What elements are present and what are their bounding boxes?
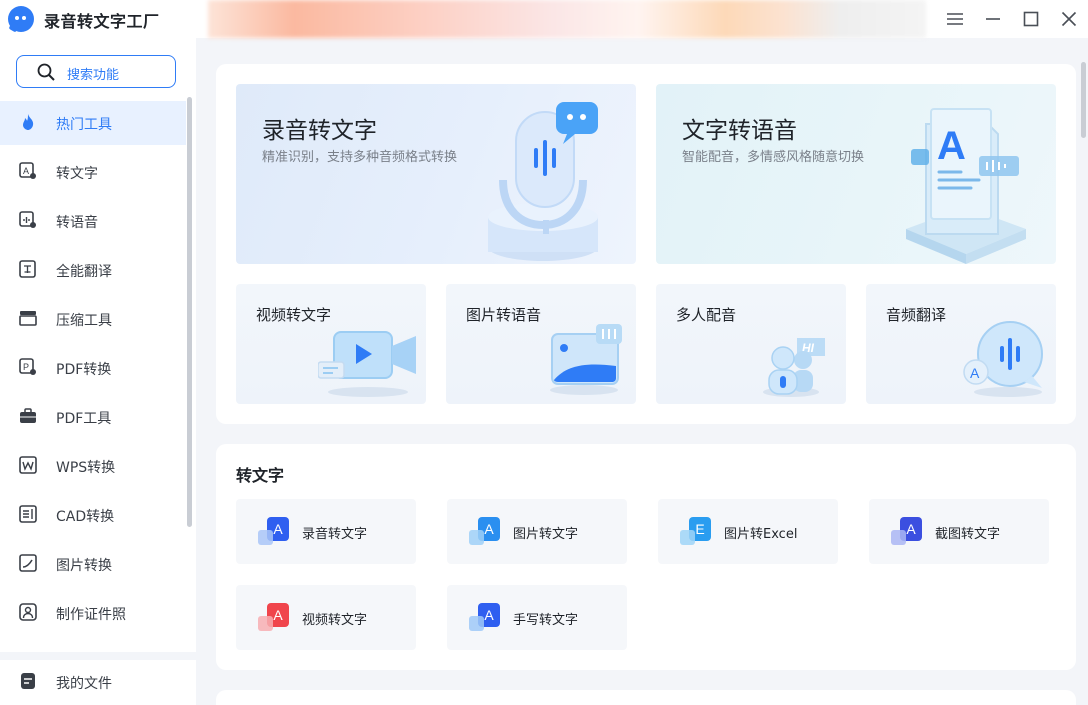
feature-title: 文字转语音 <box>682 118 797 144</box>
tool-label: 视频转文字 <box>302 613 368 628</box>
sidebar-item-id-photo[interactable]: 制作证件照 <box>0 591 186 635</box>
sidebar-item-label: 压缩工具 <box>56 313 112 329</box>
feature-title: 录音转文字 <box>262 118 377 144</box>
hot-tools-panel: 录音转文字 精准识别，支持多种音频格式转换 文字转语音 智能配音，多情感风格随意… <box>216 64 1076 424</box>
section-title: 转文字 <box>236 466 285 485</box>
translate-icon <box>19 260 36 278</box>
app-logo-icon <box>8 6 34 33</box>
feature-subtitle: 精准识别，支持多种音频格式转换 <box>262 150 458 165</box>
app-title: 录音转文字工厂 <box>44 12 160 31</box>
svg-text:P: P <box>23 362 29 372</box>
feature-title: 视频转文字 <box>256 306 332 324</box>
sidebar-item-label: 图片转换 <box>56 558 112 574</box>
sidebar-item-pdf-convert[interactable]: P PDF转换 <box>0 346 186 390</box>
feature-title: 多人配音 <box>676 306 737 324</box>
sidebar-item-pdf-tools[interactable]: PDF工具 <box>0 395 186 439</box>
sidebar-item-compress[interactable]: 压缩工具 <box>0 297 186 341</box>
sidebar-divider <box>0 652 196 660</box>
handwriting-to-text-icon: A <box>469 603 501 635</box>
compress-icon <box>19 311 37 326</box>
to-speech-icon <box>19 211 36 228</box>
title-bar: 录音转文字工厂 <box>0 0 1088 38</box>
menu-icon[interactable] <box>942 6 968 32</box>
tool-screenshot-to-text[interactable]: A 截图转文字 <box>869 499 1049 564</box>
banner-ad[interactable] <box>208 0 926 38</box>
sidebar-item-label: 转语音 <box>56 215 98 231</box>
feature-image-to-speech[interactable]: 图片转语音 <box>446 284 636 404</box>
feature-audio-translate[interactable]: 音频翻译 A <box>866 284 1056 404</box>
svg-text:A: A <box>937 124 966 168</box>
feature-video-to-text[interactable]: 视频转文字 <box>236 284 426 404</box>
microphone-icon <box>488 102 598 261</box>
maximize-icon[interactable] <box>1018 6 1044 32</box>
image-to-excel-icon: E <box>680 517 712 549</box>
tool-video-to-text[interactable]: A 视频转文字 <box>236 585 416 650</box>
tool-label: 图片转Excel <box>724 527 798 542</box>
sidebar: 搜索功能 热门工具 A 转文字 转语音 全能翻译 压缩工具 P PDF转换 PD… <box>0 38 196 705</box>
feature-title: 音频翻译 <box>886 306 947 324</box>
tool-handwriting-to-text[interactable]: A 手写转文字 <box>447 585 627 650</box>
document-a-icon: A <box>906 108 1026 264</box>
video-camera-icon <box>318 331 416 397</box>
id-photo-icon <box>19 603 37 621</box>
svg-text:A: A <box>23 166 29 176</box>
tool-image-to-excel[interactable]: E 图片转Excel <box>658 499 838 564</box>
image-convert-icon <box>19 554 37 572</box>
sidebar-item-label: 转文字 <box>56 166 98 182</box>
sidebar-item-label: CAD转换 <box>56 509 115 525</box>
sidebar-item-to-speech[interactable]: 转语音 <box>0 199 186 243</box>
file-icon <box>21 673 35 689</box>
tool-label: 录音转文字 <box>302 527 368 542</box>
minimize-icon[interactable] <box>980 6 1006 32</box>
sidebar-item-label: 我的文件 <box>56 676 112 692</box>
sidebar-item-to-text[interactable]: A 转文字 <box>0 150 186 194</box>
feature-text-to-speech[interactable]: 文字转语音 智能配音，多情感风格随意切换 A <box>656 84 1056 264</box>
feature-audio-to-text[interactable]: 录音转文字 精准识别，支持多种音频格式转换 <box>236 84 636 264</box>
next-section-panel <box>216 690 1076 705</box>
sidebar-item-image-convert[interactable]: 图片转换 <box>0 542 186 586</box>
sidebar-item-label: 制作证件照 <box>56 607 126 623</box>
svg-text:A: A <box>970 365 980 381</box>
flame-icon <box>23 114 34 130</box>
sidebar-scrollbar[interactable] <box>187 97 192 527</box>
sidebar-item-cad[interactable]: CAD转换 <box>0 493 186 537</box>
to-text-icon: A <box>19 162 36 179</box>
image-to-text-icon: A <box>469 517 501 549</box>
cad-icon <box>19 505 37 523</box>
sidebar-item-label: PDF工具 <box>56 411 112 427</box>
close-icon[interactable] <box>1056 6 1082 32</box>
sidebar-item-label: PDF转换 <box>56 362 112 378</box>
tool-image-to-text[interactable]: A 图片转文字 <box>447 499 627 564</box>
tool-audio-to-text[interactable]: A 录音转文字 <box>236 499 416 564</box>
tool-label: 图片转文字 <box>513 527 579 542</box>
to-text-panel: 转文字 A 录音转文字 A 图片转文字 E 图片转Excel A 截图转文字 A <box>216 444 1076 670</box>
video-to-text-icon: A <box>258 603 290 635</box>
pdf-convert-icon: P <box>19 358 36 375</box>
image-audio-icon <box>550 324 622 395</box>
search-icon <box>37 63 55 81</box>
sidebar-item-hot-tools[interactable]: 热门工具 <box>0 101 186 145</box>
audio-to-text-icon: A <box>258 517 290 549</box>
sidebar-item-wps[interactable]: WPS转换 <box>0 444 186 488</box>
screenshot-to-text-icon: A <box>891 517 923 549</box>
wps-icon <box>19 456 37 474</box>
tool-label: 手写转文字 <box>513 613 579 628</box>
search-button[interactable]: 搜索功能 <box>16 55 176 88</box>
sidebar-item-my-files[interactable]: 我的文件 <box>0 660 186 704</box>
feature-multi-voice[interactable]: 多人配音 HI <box>656 284 846 404</box>
people-hi-icon: HI <box>763 338 825 397</box>
feature-subtitle: 智能配音，多情感风格随意切换 <box>682 150 865 165</box>
audio-translate-icon: A <box>963 321 1043 397</box>
feature-title: 图片转语音 <box>466 306 542 324</box>
search-label: 搜索功能 <box>67 68 120 83</box>
briefcase-icon <box>20 408 36 423</box>
sidebar-item-label: WPS转换 <box>56 460 116 476</box>
main-scrollbar[interactable] <box>1081 62 1086 138</box>
sidebar-item-label: 全能翻译 <box>56 264 112 280</box>
sidebar-item-label: 热门工具 <box>56 117 112 133</box>
sidebar-item-translate[interactable]: 全能翻译 <box>0 248 186 292</box>
tool-label: 截图转文字 <box>935 527 1001 542</box>
